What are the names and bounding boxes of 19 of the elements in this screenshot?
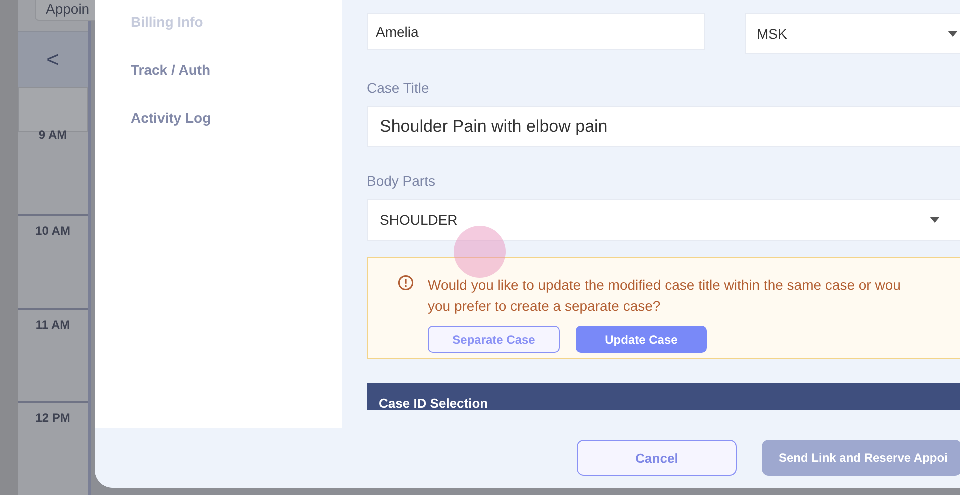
body-parts-dropdown[interactable]: SHOULDER [367, 199, 960, 241]
alert-message: you prefer to create a separate case? [428, 297, 662, 316]
case-button[interactable]: Update Case [576, 326, 707, 353]
time-label: 10 AM [36, 224, 70, 240]
case-title-field[interactable]: Shoulder Pain with elbow pain [367, 106, 960, 147]
field-label: Body Parts [367, 173, 436, 189]
field-label: Case Title [367, 80, 430, 96]
name-field[interactable]: Amelia [367, 13, 705, 50]
time-label: 11 AM [36, 318, 70, 334]
cancel-button[interactable]: Cancel [577, 440, 737, 476]
section-header: Case ID Selection [367, 383, 960, 410]
time-label: 9 AM [38, 128, 68, 144]
alert-message: Would you like to update the modified case title within the same case or wou [428, 276, 901, 295]
time-label: 12 PM [36, 411, 70, 428]
previous-button[interactable]: < [46, 46, 60, 73]
nav-item[interactable]: Activity Log [131, 110, 212, 126]
nav-item[interactable]: Track / Auth [131, 62, 211, 78]
category-dropdown[interactable]: MSK [745, 13, 960, 54]
case-button[interactable]: Separate Case [428, 326, 560, 353]
